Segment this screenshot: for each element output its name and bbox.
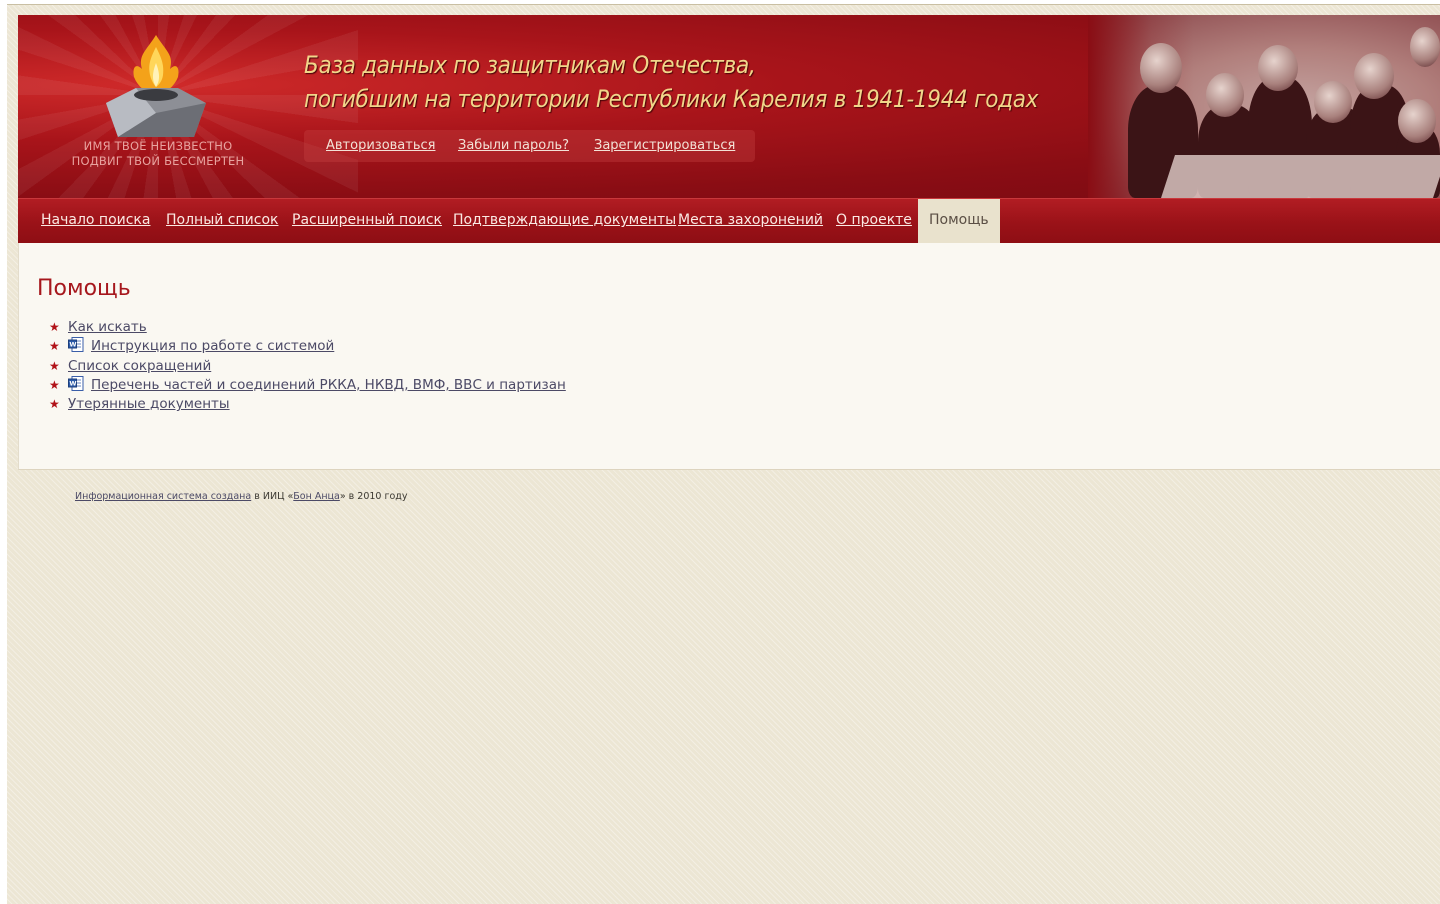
nav-item-burial-places[interactable]: Места захоронений bbox=[678, 212, 823, 228]
photo-face bbox=[1398, 99, 1436, 143]
help-link-instruction[interactable]: Инструкция по работе с системой bbox=[91, 338, 334, 354]
site-footer: Информационная система создана в ИИЦ «Бо… bbox=[75, 491, 408, 502]
nav-item-search-start[interactable]: Начало поиска bbox=[41, 212, 150, 228]
star-bullet-icon: ★ bbox=[49, 397, 60, 412]
site-title-line2: погибшим на территории Республики Карели… bbox=[304, 85, 1039, 113]
footer-system-link[interactable]: Информационная система создана bbox=[75, 491, 251, 502]
nav-item-documents[interactable]: Подтверждающие документы bbox=[453, 212, 676, 228]
login-link[interactable]: Авторизоваться bbox=[326, 138, 435, 153]
photo-face bbox=[1354, 53, 1394, 99]
forgot-password-link[interactable]: Забыли пароль? bbox=[458, 138, 569, 153]
list-item: ★ Как искать bbox=[49, 318, 566, 337]
photo-face bbox=[1314, 81, 1352, 123]
list-item: ★ Список сокращений bbox=[49, 357, 566, 376]
svg-text:W: W bbox=[69, 341, 76, 349]
nav-item-help-label: Помощь bbox=[929, 212, 989, 228]
logo-motto-line2: ПОДВИГ ТВОЙ БЕССМЕРТЕН bbox=[71, 154, 245, 168]
nav-item-help-active[interactable]: Помощь bbox=[918, 199, 1000, 243]
logo-motto: ИМЯ ТВОЁ НЕИЗВЕСТНО ПОДВИГ ТВОЙ БЕССМЕРТ… bbox=[48, 139, 268, 169]
window-top-edge bbox=[7, 0, 1440, 5]
help-link-lost-documents[interactable]: Утерянные документы bbox=[68, 396, 230, 412]
star-bullet-icon: ★ bbox=[49, 339, 60, 354]
star-bullet-icon: ★ bbox=[49, 358, 60, 373]
photo-face bbox=[1140, 43, 1182, 93]
nav-item-advanced-search[interactable]: Расширенный поиск bbox=[292, 212, 442, 228]
help-link-units-list[interactable]: Перечень частей и соединений РККА, НКВД,… bbox=[91, 377, 566, 393]
list-item: ★ W Инструкция по работе с системой bbox=[49, 337, 566, 356]
help-list: ★ Как искать ★ W Инструкция по работе с … bbox=[49, 318, 566, 414]
photo-face bbox=[1258, 45, 1298, 91]
footer-text-1: в ИИЦ « bbox=[251, 491, 294, 502]
photo-face bbox=[1410, 27, 1440, 67]
eternal-flame-logo[interactable] bbox=[86, 33, 226, 143]
main-content: Помощь ★ Как искать ★ W Инструкция по ра… bbox=[18, 243, 1440, 470]
main-nav: Начало поиска Полный список Расширенный … bbox=[18, 198, 1440, 243]
window-left-edge bbox=[0, 0, 7, 904]
svg-text:W: W bbox=[69, 379, 76, 387]
logo-motto-line1: ИМЯ ТВОЁ НЕИЗВЕСТНО bbox=[83, 139, 233, 153]
site-header: ИМЯ ТВОЁ НЕИЗВЕСТНО ПОДВИГ ТВОЙ БЕССМЕРТ… bbox=[18, 15, 1440, 198]
nav-item-about[interactable]: О проекте bbox=[836, 212, 912, 228]
footer-company-link[interactable]: Бон Анца bbox=[293, 491, 340, 502]
help-link-abbreviations[interactable]: Список сокращений bbox=[68, 358, 211, 374]
site-title-line1: База данных по защитникам Отечества, bbox=[304, 51, 756, 79]
word-doc-icon[interactable]: W bbox=[68, 375, 85, 391]
footer-text-2: » в 2010 году bbox=[339, 491, 408, 502]
photo-table-map bbox=[1161, 155, 1440, 198]
header-photo bbox=[1088, 15, 1440, 198]
star-bullet-icon: ★ bbox=[49, 320, 60, 334]
page-title: Помощь bbox=[37, 276, 131, 301]
site-title: База данных по защитникам Отечества, пог… bbox=[304, 48, 1038, 116]
word-doc-icon[interactable]: W bbox=[68, 337, 85, 353]
page-container: ИМЯ ТВОЁ НЕИЗВЕСТНО ПОДВИГ ТВОЙ БЕССМЕРТ… bbox=[18, 15, 1440, 470]
register-link[interactable]: Зарегистрироваться bbox=[594, 138, 735, 153]
list-item: ★ Утерянные документы bbox=[49, 395, 566, 414]
photo-face bbox=[1206, 73, 1244, 117]
star-bullet-icon: ★ bbox=[49, 377, 60, 392]
nav-item-full-list[interactable]: Полный список bbox=[166, 212, 278, 228]
list-item: ★ W Перечень частей и соединений РККА, Н… bbox=[49, 375, 566, 395]
help-link-how-to-search[interactable]: Как искать bbox=[68, 319, 147, 335]
auth-bar: Авторизоваться Забыли пароль? Зарегистри… bbox=[304, 130, 755, 162]
